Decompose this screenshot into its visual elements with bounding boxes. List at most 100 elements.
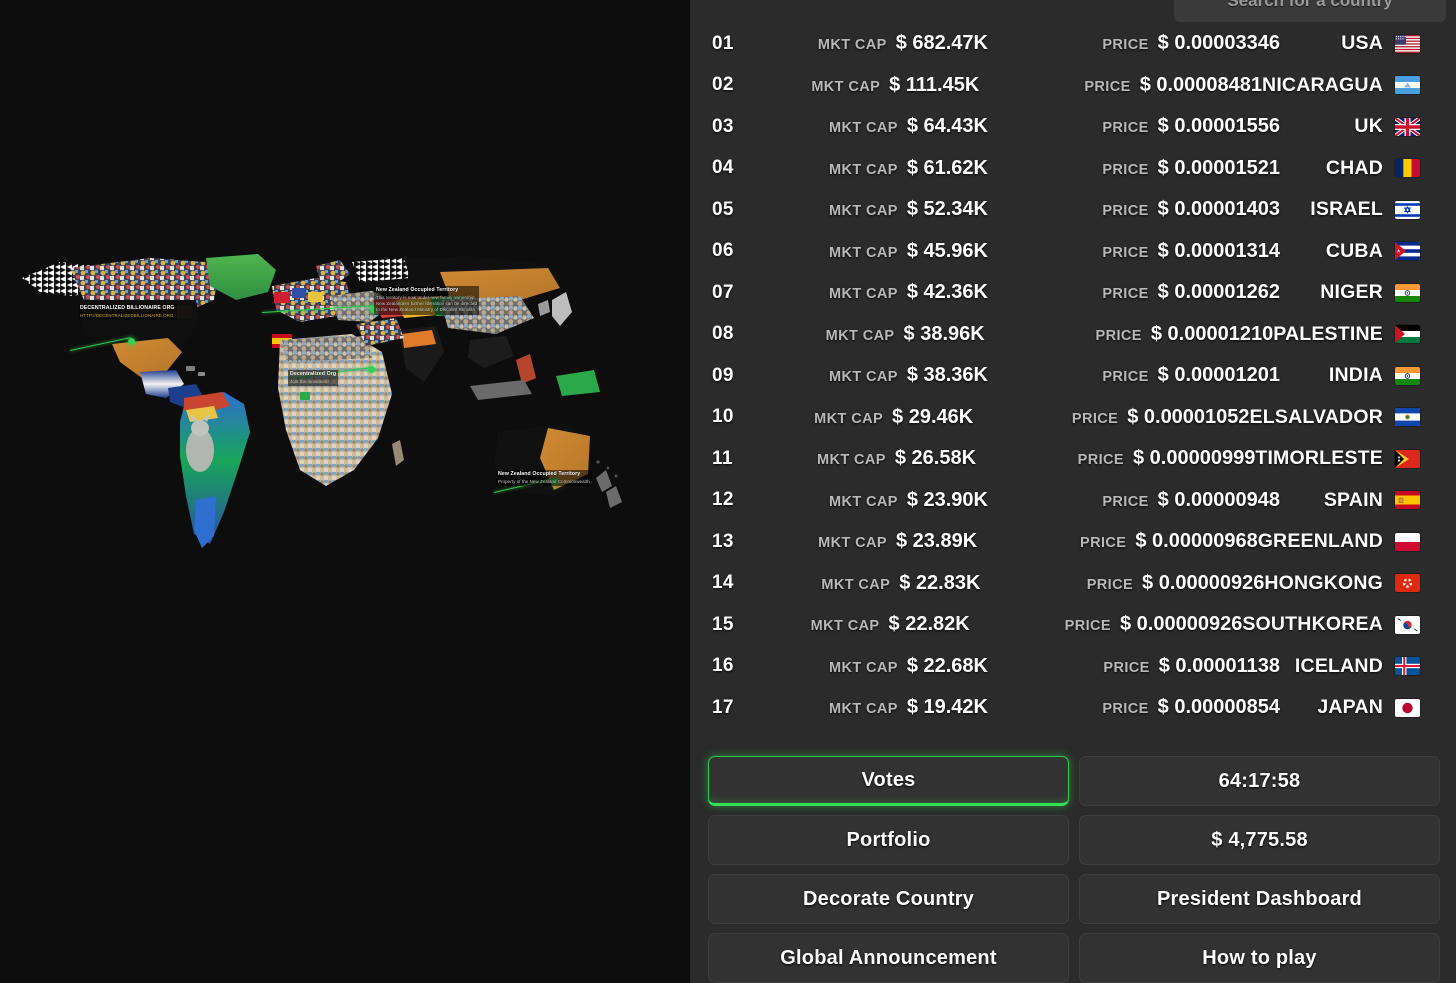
market-cap-label: MKT CAP [829, 162, 898, 178]
market-cap-cell: MKT CAP $ 61.62K [756, 157, 988, 180]
country-cell[interactable]: ELSALVADOR [1250, 406, 1420, 429]
table-row[interactable]: 14 MKT CAP $ 22.83K PRICE $ 0.00000926 H… [690, 563, 1456, 605]
flag-iceland-icon [1395, 657, 1420, 675]
price-cell: PRICE $ 0.00000999 [976, 447, 1255, 470]
table-row[interactable]: 06 MKT CAP $ 45.96K PRICE $ 0.00001314 C… [690, 231, 1456, 273]
flag-hongkong-icon [1395, 574, 1420, 592]
portfolio-button[interactable]: Portfolio [708, 815, 1069, 865]
timer-display[interactable]: 64:17:58 [1079, 756, 1440, 806]
price-label: PRICE [1102, 286, 1148, 302]
price-label: PRICE [1102, 369, 1148, 385]
rank-number: 12 [712, 489, 756, 511]
market-cap-cell: MKT CAP $ 52.34K [756, 198, 988, 221]
table-row[interactable]: 16 MKT CAP $ 22.68K PRICE $ 0.00001138 I… [690, 646, 1456, 688]
market-cap-value: $ 64.43K [907, 115, 988, 138]
flag-israel-icon [1395, 201, 1420, 219]
price-cell: PRICE $ 0.00000854 [988, 696, 1280, 719]
flag-timorleste-icon [1395, 450, 1420, 468]
market-cap-value: $ 22.83K [899, 572, 980, 595]
market-cap-value: $ 682.47K [896, 32, 988, 55]
how-to-play-button[interactable]: How to play [1079, 933, 1440, 983]
portfolio-button-label: Portfolio [846, 829, 930, 852]
market-cap-value: $ 45.96K [907, 240, 988, 263]
app-root: New Zealand Occupied Territory This terr… [0, 0, 1456, 983]
country-cell[interactable]: TIMORLESTE [1255, 447, 1420, 470]
rank-number: 14 [712, 572, 755, 594]
price-label: PRICE [1087, 577, 1133, 593]
price-label: PRICE [1102, 162, 1148, 178]
table-row[interactable]: 04 MKT CAP $ 61.62K PRICE $ 0.00001521 C… [690, 148, 1456, 190]
price-value: $ 0.00000854 [1158, 696, 1280, 719]
country-cell[interactable]: SOUTHKOREA [1242, 613, 1420, 636]
table-row[interactable]: 07 MKT CAP $ 42.36K PRICE $ 0.00001262 N… [690, 272, 1456, 314]
country-name: GREENLAND [1258, 530, 1383, 553]
market-cap-cell: MKT CAP $ 682.47K [756, 32, 988, 55]
votes-button[interactable]: Votes [708, 756, 1069, 806]
table-row[interactable]: 02 MKT CAP $ 111.45K PRICE $ 0.00008481 … [690, 65, 1456, 107]
country-name: CHAD [1326, 157, 1383, 180]
table-row[interactable]: 11 MKT CAP $ 26.58K PRICE $ 0.00000999 T… [690, 438, 1456, 480]
flag-cuba-icon [1395, 242, 1420, 260]
price-value: $ 0.00001138 [1159, 655, 1280, 678]
table-row[interactable]: 01 MKT CAP $ 682.47K PRICE $ 0.00003346 … [690, 23, 1456, 65]
price-value: $ 0.00001262 [1158, 281, 1280, 304]
world-map-svg[interactable] [0, 0, 690, 983]
portfolio-value-display[interactable]: $ 4,775.58 [1079, 815, 1440, 865]
country-cell[interactable]: NICARAGUA [1262, 74, 1420, 97]
price-value: $ 0.00001556 [1158, 115, 1280, 138]
country-name: CUBA [1326, 240, 1383, 263]
table-row[interactable]: 17 MKT CAP $ 19.42K PRICE $ 0.00000854 J… [690, 687, 1456, 729]
world-map-panel[interactable]: New Zealand Occupied Territory This terr… [0, 0, 690, 983]
table-row[interactable]: 03 MKT CAP $ 64.43K PRICE $ 0.00001556 U… [690, 106, 1456, 148]
map-canvas[interactable]: New Zealand Occupied Territory This terr… [0, 0, 690, 983]
map-annotation-sub1: HTTP://DECENTRALIZEDBILLIONAIRE.ORG [80, 313, 175, 319]
country-cell[interactable]: GREENLAND [1258, 530, 1420, 553]
market-cap-value: $ 38.96K [904, 323, 985, 346]
price-cell: PRICE $ 0.00001201 [988, 364, 1280, 387]
country-cell[interactable]: JAPAN [1280, 696, 1420, 719]
map-marker-decentralized[interactable] [128, 338, 135, 345]
country-cell[interactable]: ISRAEL [1280, 198, 1420, 221]
table-row[interactable]: 10 MKT CAP $ 29.46K PRICE $ 0.00001052 E… [690, 397, 1456, 439]
search-input-placeholder[interactable]: Search for a country [1227, 0, 1392, 11]
search-country-bar[interactable]: Search for a country [1174, 0, 1446, 22]
flag-greenland-icon [1395, 533, 1420, 551]
table-row[interactable]: 12 MKT CAP $ 23.90K PRICE $ 0.00000948 S… [690, 480, 1456, 522]
rank-number: 10 [712, 406, 754, 428]
market-cap-value: $ 23.89K [896, 530, 977, 553]
market-cap-cell: MKT CAP $ 29.46K [754, 406, 974, 429]
table-row[interactable]: 05 MKT CAP $ 52.34K PRICE $ 0.00001403 I… [690, 189, 1456, 231]
map-annotation-title: New Zealand Occupied Territory [376, 287, 477, 295]
president-dashboard-button[interactable]: President Dashboard [1079, 874, 1440, 924]
table-row[interactable]: 09 MKT CAP $ 38.36K PRICE $ 0.00001201 I… [690, 355, 1456, 397]
price-value: $ 0.00001210 [1151, 323, 1273, 346]
flag-spain-icon [1395, 491, 1420, 509]
price-value: $ 0.00001521 [1158, 157, 1280, 180]
country-cell[interactable]: USA [1280, 32, 1420, 55]
global-announcement-button[interactable]: Global Announcement [708, 933, 1069, 983]
country-cell[interactable]: ICELAND [1280, 655, 1420, 678]
decorate-country-button[interactable]: Decorate Country [708, 874, 1069, 924]
ranking-panel: Search for a country 01 MKT CAP $ 682.47… [690, 0, 1456, 983]
price-cell: PRICE $ 0.00000926 [970, 613, 1243, 636]
table-row[interactable]: 08 MKT CAP $ 38.96K PRICE $ 0.00001210 P… [690, 314, 1456, 356]
country-cell[interactable]: PALESTINE [1273, 323, 1420, 346]
country-cell[interactable]: INDIA [1280, 364, 1420, 387]
country-cell[interactable]: CUBA [1280, 240, 1420, 263]
country-name: ICELAND [1295, 655, 1383, 678]
rank-number: 01 [712, 33, 756, 55]
market-cap-label: MKT CAP [811, 79, 880, 95]
country-cell[interactable]: NIGER [1280, 281, 1420, 304]
country-cell[interactable]: UK [1280, 115, 1420, 138]
price-value: $ 0.00000948 [1158, 489, 1280, 512]
table-row[interactable]: 13 MKT CAP $ 23.89K PRICE $ 0.00000968 G… [690, 521, 1456, 563]
action-button-grid: Votes 64:17:58 Portfolio $ 4,775.58 Deco… [708, 756, 1440, 983]
price-value: $ 0.00001403 [1158, 198, 1280, 221]
market-cap-label: MKT CAP [829, 286, 898, 302]
country-cell[interactable]: HONGKONG [1264, 572, 1420, 595]
country-cell[interactable]: CHAD [1280, 157, 1420, 180]
table-row[interactable]: 15 MKT CAP $ 22.82K PRICE $ 0.00000926 S… [690, 604, 1456, 646]
market-cap-label: MKT CAP [811, 618, 880, 634]
price-value: $ 0.00000999 [1133, 447, 1255, 470]
country-cell[interactable]: SPAIN [1280, 489, 1420, 512]
